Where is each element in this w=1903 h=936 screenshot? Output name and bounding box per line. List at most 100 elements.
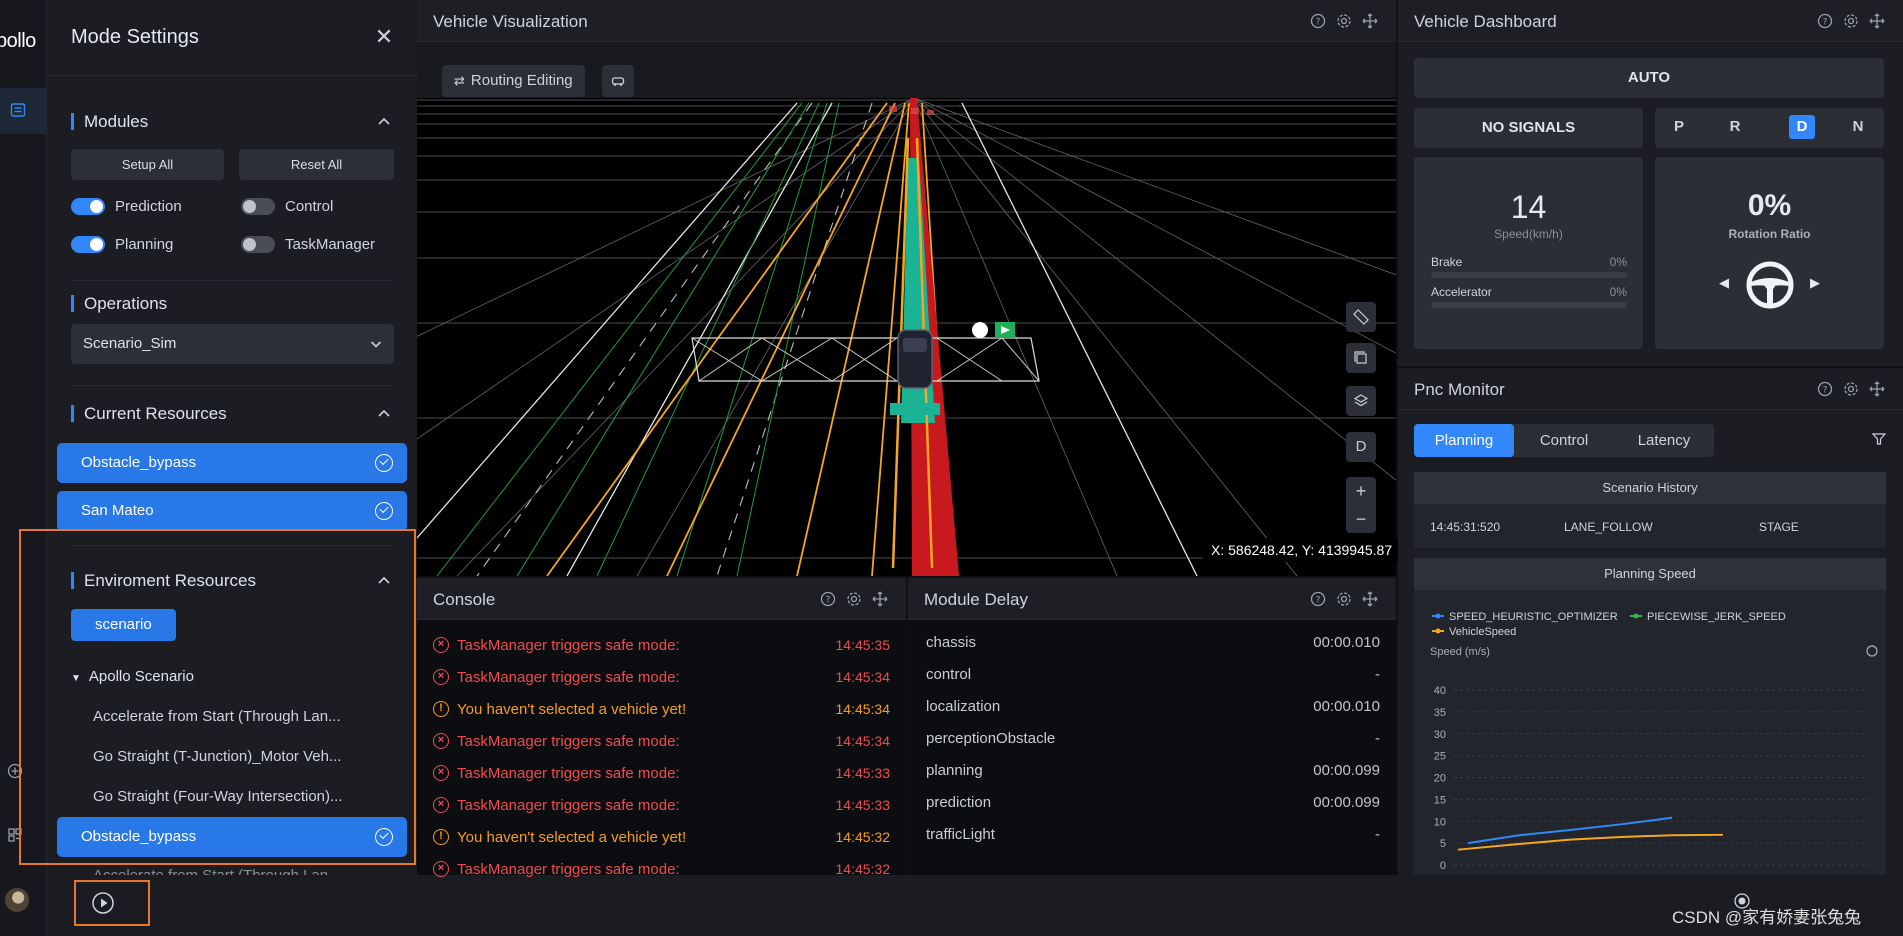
toggle-switch[interactable] — [241, 198, 275, 215]
steer-left-arrow-icon: ◀ — [1719, 275, 1729, 290]
layers-button[interactable] — [1346, 386, 1376, 416]
planning-speed-chart: SPEED_HEURISTIC_OPTIMIZER PIECEWISE_JERK_… — [1430, 611, 1878, 872]
measure-button[interactable] — [1346, 302, 1376, 332]
panel-title: Vehicle Visualization — [433, 12, 588, 31]
settings-icon[interactable] — [1336, 591, 1352, 607]
help-icon[interactable]: ? — [1310, 13, 1326, 29]
planning-speed-card: Planning Speed SPEED_HEURISTIC_OPTIMIZER… — [1414, 558, 1886, 875]
current-resource-item[interactable]: San Mateo — [57, 491, 407, 531]
help-icon[interactable]: ? — [1310, 591, 1326, 607]
toggle-control[interactable]: Control — [241, 198, 333, 215]
vehicle-visualization-panel: Vehicle Visualization ? ⇄ Routing Editing — [417, 0, 1401, 576]
log-entry: ! You haven't selected a vehicle yet! 14:4… — [433, 698, 890, 720]
user-avatar[interactable] — [5, 888, 29, 912]
scene-3d-canvas[interactable] — [417, 98, 1396, 576]
module-name: localization — [926, 698, 1001, 715]
setup-all-button[interactable]: Setup All — [71, 149, 224, 180]
play-icon[interactable] — [91, 891, 115, 915]
legend-label: SPEED_HEURISTIC_OPTIMIZER — [1449, 611, 1618, 623]
toggle-switch[interactable] — [71, 236, 105, 253]
drag-move-icon[interactable] — [1869, 381, 1885, 397]
close-icon[interactable]: ✕ — [373, 26, 395, 48]
accelerator-label: Accelerator — [1431, 285, 1492, 299]
drag-move-icon[interactable] — [1362, 591, 1378, 607]
module-delay-row: planning 00:00.099 — [926, 762, 1380, 784]
panel-header-icons: ? — [1310, 13, 1378, 29]
module-delay-row: prediction 00:00.099 — [926, 794, 1380, 816]
app-logo: pollo — [0, 30, 36, 52]
toggle-planning[interactable]: Planning — [71, 236, 173, 253]
brake-value: 0% — [1609, 255, 1627, 269]
console-panel: Console ? × TaskManager triggers safe mod… — [417, 578, 906, 878]
log-message: TaskManager triggers safe mode: — [457, 796, 680, 814]
scenario-history-scenario: LANE_FOLLOW — [1564, 520, 1653, 534]
panel-header: Module Delay ? — [908, 578, 1396, 620]
panel-header: Pnc Monitor ? — [1398, 368, 1903, 410]
current-resource-item[interactable]: Obstacle_bypass — [57, 443, 407, 483]
refresh-icon — [1866, 645, 1878, 657]
list-icon — [10, 103, 26, 117]
toggle-taskmanager[interactable]: TaskManager — [241, 236, 375, 253]
scenario-history-stage: STAGE — [1759, 520, 1799, 534]
legend-label: VehicleSpeed — [1449, 626, 1516, 638]
tab-planning[interactable]: Planning — [1414, 424, 1514, 457]
settings-icon[interactable] — [846, 591, 862, 607]
toggle-prediction[interactable]: Prediction — [71, 198, 182, 215]
drag-move-icon[interactable] — [872, 591, 888, 607]
routing-editing-button[interactable]: ⇄ Routing Editing — [442, 65, 585, 97]
chevron-up-icon[interactable] — [377, 114, 391, 128]
y-tick-label: 15 — [1434, 794, 1446, 806]
help-icon[interactable]: ? — [1817, 381, 1833, 397]
log-entry: × TaskManager triggers safe mode: 14:45:34 — [433, 666, 890, 688]
drag-move-icon[interactable] — [1869, 13, 1885, 29]
module-delay-value: - — [1375, 666, 1380, 683]
zoom-out-button[interactable]: − — [1346, 505, 1376, 533]
svg-text:?: ? — [1823, 386, 1828, 396]
settings-icon[interactable] — [1336, 13, 1352, 29]
coordinates-readout: X: 586248.42, Y: 4139945.87 — [1203, 538, 1401, 562]
divider — [71, 280, 393, 281]
y-tick-label: 20 — [1434, 773, 1446, 785]
log-entry: × TaskManager triggers safe mode: 14:45:33 — [433, 794, 890, 816]
tab-latency[interactable]: Latency — [1614, 424, 1714, 457]
car-view-icon — [611, 77, 625, 86]
module-name: perceptionObstacle — [926, 730, 1056, 747]
panel-header-icons: ? — [820, 591, 888, 607]
tab-control[interactable]: Control — [1514, 424, 1614, 457]
toggle-label: Planning — [115, 236, 174, 253]
log-time: 14:45:32 — [835, 829, 891, 845]
chevron-up-icon[interactable] — [377, 406, 391, 420]
log-time: 14:45:34 — [835, 701, 891, 717]
zoom-in-button[interactable]: + — [1346, 477, 1376, 505]
settings-icon[interactable] — [1843, 381, 1859, 397]
help-icon[interactable]: ? — [1817, 13, 1833, 29]
settings-icon[interactable] — [1843, 13, 1859, 29]
copy-view-button[interactable] — [1346, 343, 1376, 373]
planning-speed-title: Planning Speed — [1414, 558, 1886, 590]
rotation-value: 0% — [1747, 189, 1792, 222]
steering-wheel-icon — [1746, 261, 1794, 309]
toggle-switch[interactable] — [71, 198, 105, 215]
check-circle-icon — [375, 454, 393, 472]
resource-label: San Mateo — [81, 502, 154, 519]
drag-move-icon[interactable] — [1362, 13, 1378, 29]
filter-icon[interactable] — [1872, 432, 1886, 446]
view-options-button[interactable] — [602, 65, 634, 97]
error-icon: × — [433, 733, 449, 749]
module-delay-value: 00:00.099 — [1313, 762, 1380, 779]
driving-mode-badge: AUTO — [1414, 58, 1884, 98]
toggle-switch[interactable] — [241, 236, 275, 253]
help-icon[interactable]: ? — [820, 591, 836, 607]
error-icon: × — [433, 765, 449, 781]
steering-card: 0% Rotation Ratio ◀ ▶ — [1655, 157, 1884, 349]
reset-all-button[interactable]: Reset All — [239, 149, 394, 180]
warning-icon: ! — [433, 701, 449, 717]
divider — [71, 385, 393, 386]
nav-mode-settings[interactable] — [0, 88, 47, 134]
toggle-label: TaskManager — [285, 236, 376, 253]
operations-select[interactable]: Scenario_Sim — [71, 324, 394, 364]
scenario-item[interactable]: Accelerate from Start (Through Lan... — [93, 867, 363, 875]
bottom-bar: CSDN @家有娇妻张兔兔 — [47, 875, 1903, 936]
panel-title: Vehicle Dashboard — [1414, 12, 1557, 31]
view-mode-d-button[interactable]: D — [1346, 432, 1376, 462]
